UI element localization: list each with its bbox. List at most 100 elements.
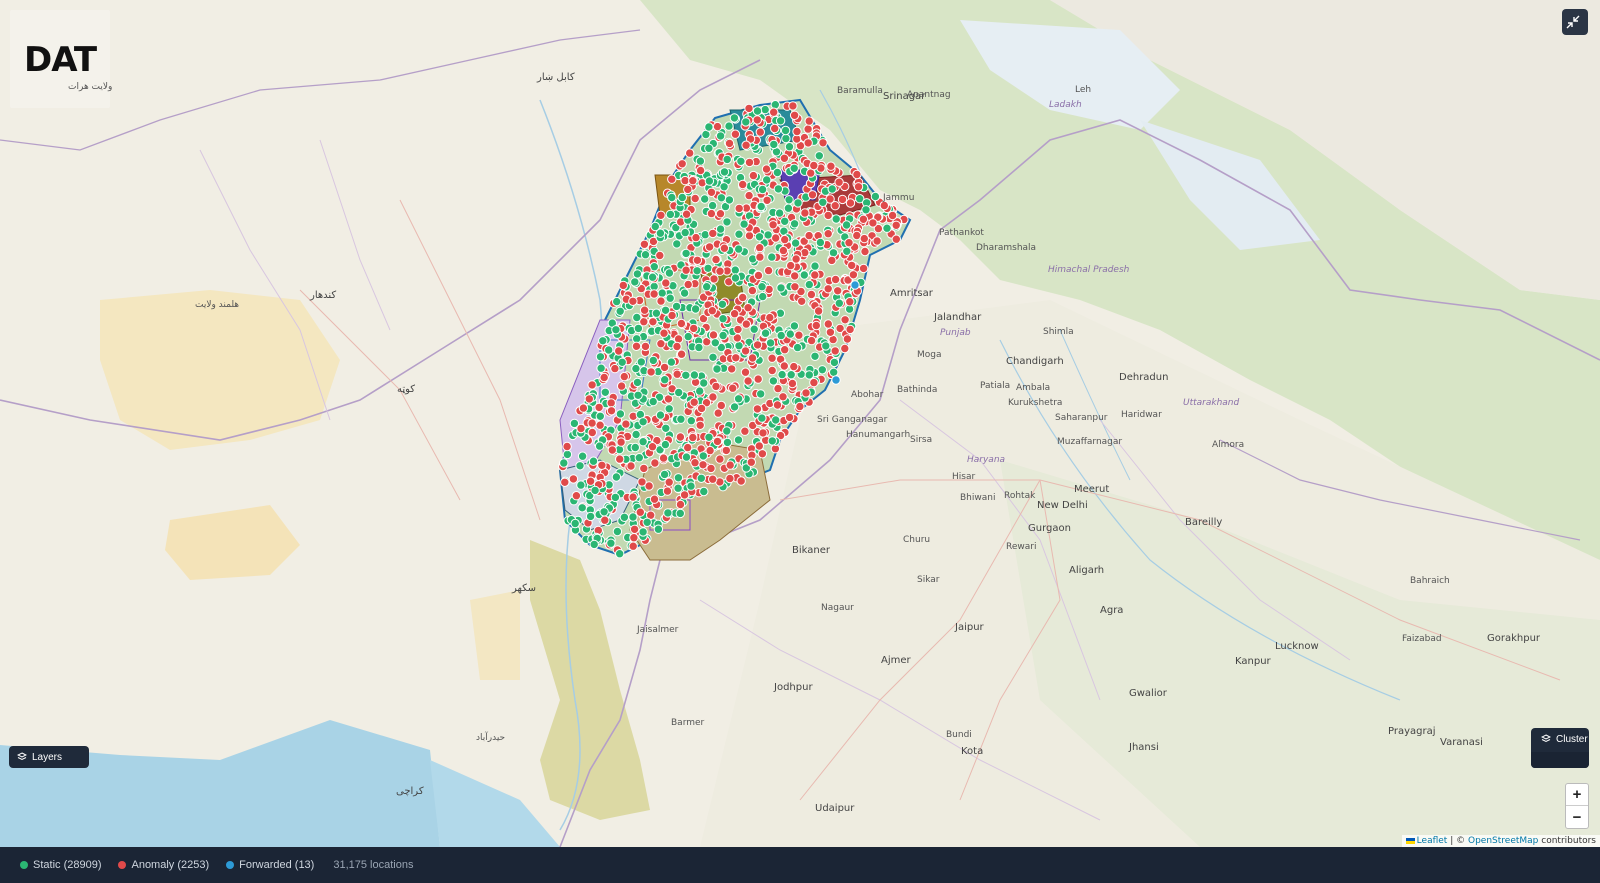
static-marker[interactable] xyxy=(829,357,840,368)
static-marker[interactable] xyxy=(722,426,732,436)
anomaly-marker[interactable] xyxy=(806,289,817,300)
static-marker[interactable] xyxy=(729,113,740,123)
static-marker[interactable] xyxy=(758,291,768,302)
anomaly-marker[interactable] xyxy=(599,372,609,383)
anomaly-marker[interactable] xyxy=(676,349,687,359)
anomaly-marker[interactable] xyxy=(715,454,725,464)
anomaly-marker[interactable] xyxy=(688,432,698,443)
static-marker[interactable] xyxy=(704,122,714,132)
static-marker[interactable] xyxy=(785,329,795,339)
anomaly-marker[interactable] xyxy=(826,161,836,171)
static-marker[interactable] xyxy=(610,492,621,503)
static-marker[interactable] xyxy=(767,252,777,262)
static-marker[interactable] xyxy=(632,377,643,388)
anomaly-marker[interactable] xyxy=(664,477,674,487)
anomaly-marker[interactable] xyxy=(807,190,818,200)
anomaly-marker[interactable] xyxy=(616,437,626,447)
static-marker[interactable] xyxy=(780,125,791,136)
static-marker[interactable] xyxy=(588,456,599,466)
anomaly-marker[interactable] xyxy=(830,274,841,285)
static-marker[interactable] xyxy=(689,370,700,380)
anomaly-marker[interactable] xyxy=(675,432,686,442)
anomaly-marker[interactable] xyxy=(689,323,699,334)
anomaly-marker[interactable] xyxy=(823,229,833,239)
anomaly-marker[interactable] xyxy=(845,324,855,335)
static-marker[interactable] xyxy=(702,282,712,292)
anomaly-marker[interactable] xyxy=(707,306,717,316)
anomaly-marker[interactable] xyxy=(656,296,666,306)
static-marker[interactable] xyxy=(666,357,677,367)
static-marker[interactable] xyxy=(769,139,779,150)
static-marker[interactable] xyxy=(615,409,626,419)
static-marker[interactable] xyxy=(695,156,706,166)
static-marker[interactable] xyxy=(612,526,623,537)
leaflet-link[interactable]: Leaflet xyxy=(1417,836,1448,846)
static-marker[interactable] xyxy=(768,376,779,386)
anomaly-marker[interactable] xyxy=(725,473,735,484)
static-marker[interactable] xyxy=(577,451,588,461)
static-marker[interactable] xyxy=(718,314,728,324)
anomaly-marker[interactable] xyxy=(803,138,813,148)
static-marker[interactable] xyxy=(775,116,786,126)
anomaly-marker[interactable] xyxy=(840,315,850,325)
anomaly-marker[interactable] xyxy=(706,463,716,474)
anomaly-marker[interactable] xyxy=(631,341,642,351)
static-marker[interactable] xyxy=(664,268,675,278)
static-marker[interactable] xyxy=(715,131,726,141)
anomaly-marker[interactable] xyxy=(606,398,616,408)
anomaly-marker[interactable] xyxy=(748,170,759,181)
static-marker[interactable] xyxy=(707,200,718,211)
anomaly-marker[interactable] xyxy=(804,230,814,241)
static-marker[interactable] xyxy=(562,449,573,460)
static-marker[interactable] xyxy=(776,283,786,293)
static-marker[interactable] xyxy=(600,387,610,397)
static-marker[interactable] xyxy=(810,261,820,271)
static-marker[interactable] xyxy=(704,143,714,154)
anomaly-marker[interactable] xyxy=(568,474,579,484)
static-marker[interactable] xyxy=(681,452,692,462)
anomaly-marker[interactable] xyxy=(784,412,795,423)
anomaly-marker[interactable] xyxy=(804,116,814,126)
static-marker[interactable] xyxy=(634,453,644,463)
static-marker[interactable] xyxy=(604,345,614,355)
anomaly-marker[interactable] xyxy=(724,138,735,149)
anomaly-marker[interactable] xyxy=(607,445,617,455)
anomaly-marker[interactable] xyxy=(773,383,783,394)
static-marker[interactable] xyxy=(651,308,662,318)
anomaly-marker[interactable] xyxy=(711,254,721,265)
static-marker[interactable] xyxy=(632,312,642,323)
anomaly-marker[interactable] xyxy=(715,209,726,219)
anomaly-marker[interactable] xyxy=(778,245,789,256)
anomaly-marker[interactable] xyxy=(788,101,798,111)
anomaly-marker[interactable] xyxy=(767,365,777,376)
anomaly-marker[interactable] xyxy=(661,278,671,288)
static-marker[interactable] xyxy=(818,197,828,208)
anomaly-marker[interactable] xyxy=(825,327,836,337)
static-marker[interactable] xyxy=(774,208,785,218)
anomaly-marker[interactable] xyxy=(683,279,693,290)
static-marker[interactable] xyxy=(817,365,827,375)
anomaly-marker[interactable] xyxy=(765,312,775,323)
anomaly-marker[interactable] xyxy=(729,309,740,319)
anomaly-marker[interactable] xyxy=(708,474,718,484)
anomaly-marker[interactable] xyxy=(786,260,796,271)
static-marker[interactable] xyxy=(559,458,569,468)
anomaly-marker[interactable] xyxy=(639,305,650,315)
anomaly-marker[interactable] xyxy=(695,165,706,176)
static-marker[interactable] xyxy=(576,480,586,490)
static-marker[interactable] xyxy=(615,306,625,316)
static-marker[interactable] xyxy=(636,357,646,367)
static-marker[interactable] xyxy=(765,338,776,348)
static-marker[interactable] xyxy=(633,390,643,400)
exit-fullscreen-button[interactable] xyxy=(1562,9,1588,35)
static-marker[interactable] xyxy=(612,296,622,307)
anomaly-marker[interactable] xyxy=(787,378,798,389)
anomaly-marker[interactable] xyxy=(789,361,799,372)
static-marker[interactable] xyxy=(734,229,744,239)
static-marker[interactable] xyxy=(695,386,705,396)
static-marker[interactable] xyxy=(648,355,658,366)
anomaly-marker[interactable] xyxy=(658,453,669,463)
static-marker[interactable] xyxy=(570,518,580,529)
anomaly-marker[interactable] xyxy=(833,286,843,296)
static-marker[interactable] xyxy=(672,239,682,249)
